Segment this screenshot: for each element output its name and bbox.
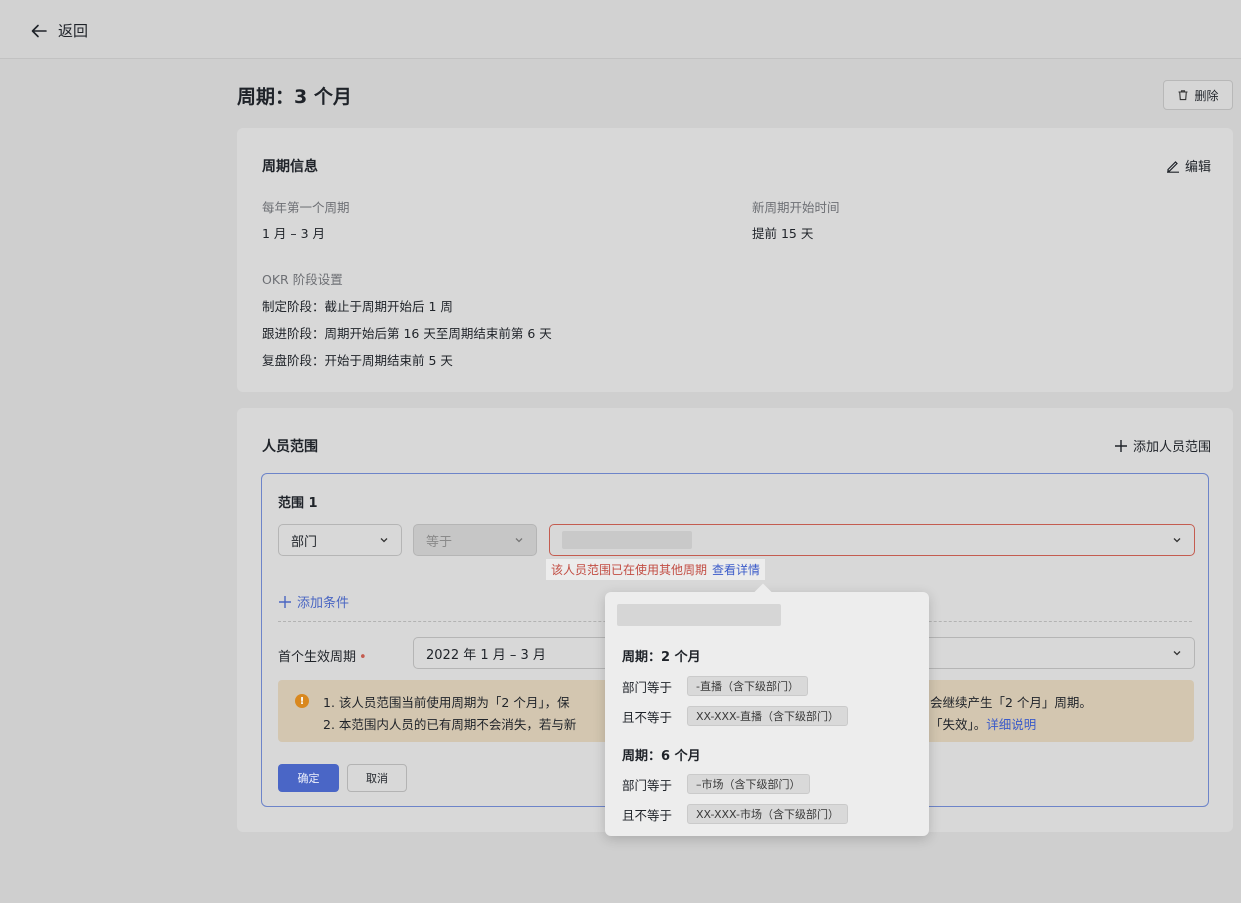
warning-line2-start: 2. 本范围内人员的已有周期不会消失，若与新	[323, 717, 577, 732]
scope-conflict-error: 该人员范围已在使用其他周期 查看详情	[546, 559, 766, 580]
edit-label: 编辑	[1184, 160, 1211, 175]
blurred-popover-header	[617, 604, 781, 626]
view-details-link[interactable]: 查看详情	[712, 563, 760, 577]
plus-icon	[1114, 439, 1127, 452]
required-mark: •	[359, 650, 367, 665]
back-label: 返回	[58, 22, 89, 40]
pencil-icon	[1166, 160, 1179, 173]
condition-label: 部门等于	[622, 679, 673, 695]
first-cycle-label: 每年第一个周期	[262, 200, 350, 215]
plus-icon	[279, 595, 291, 608]
top-bar: 返回	[0, 0, 1241, 59]
popover-condition-row: 部门等于 –市场（含下级部门）	[622, 774, 810, 794]
popover-condition-row: 部门等于 -直播（含下级部门）	[622, 676, 808, 696]
department-tag: XX-XXX-直播（含下级部门）	[687, 706, 848, 726]
department-tag: -直播（含下级部门）	[687, 676, 808, 696]
arrow-left-icon	[31, 24, 47, 37]
add-scope-label: 添加人员范围	[1132, 440, 1211, 455]
conflict-details-popover: 周期：2 个月 部门等于 -直播（含下级部门） 且不等于 XX-XXX-直播（含…	[605, 583, 929, 836]
trash-icon	[1178, 90, 1188, 101]
chevron-down-icon	[1173, 651, 1181, 656]
stage-track: 跟进阶段：周期开始后第 16 天至周期结束前第 6 天	[262, 326, 552, 341]
okr-stage-label: OKR 阶段设置	[262, 272, 343, 287]
error-text: 该人员范围已在使用其他周期	[551, 563, 708, 577]
blurred-department-value	[562, 531, 692, 549]
page-title: 周期：3 个月	[237, 86, 352, 108]
stage-define: 制定阶段：截止于周期开始后 1 周	[262, 299, 453, 314]
exclamation-icon: !	[295, 694, 309, 708]
edit-button[interactable]: 编辑	[1166, 156, 1211, 175]
chevron-down-icon	[380, 538, 388, 543]
stage-review: 复盘阶段：开始于周期结束前 5 天	[262, 353, 453, 368]
department-tag: XX-XXX-市场（含下级部门）	[687, 804, 848, 824]
first-cycle-field-text: 首个生效周期	[278, 650, 357, 665]
detailed-explanation-link[interactable]: 详细说明	[986, 717, 1036, 732]
back-button[interactable]: 返回	[30, 20, 88, 41]
warning-line1-end: 会继续产生「2 个月」周期。	[930, 695, 1092, 710]
new-cycle-label: 新周期开始时间	[752, 200, 840, 215]
cycle-info-card: 周期信息 编辑 每年第一个周期 1 月 – 3 月 新周期开始时间 提前 15 …	[237, 128, 1233, 392]
add-condition-button[interactable]: 添加条件	[278, 592, 349, 611]
field-select-value: 部门	[291, 534, 318, 550]
operator-select[interactable]: 等于	[413, 524, 537, 556]
delete-button[interactable]: 删除	[1163, 80, 1233, 110]
popover-cycle-title: 周期：2 个月	[622, 650, 701, 665]
first-cycle-value: 1 月 – 3 月	[262, 226, 326, 241]
operator-select-value: 等于	[426, 534, 453, 550]
cancel-button[interactable]: 取消	[347, 764, 407, 792]
popover-cycle-title: 周期：6 个月	[622, 749, 701, 764]
department-tag: –市场（含下级部门）	[687, 774, 810, 794]
warning-line1-start: 1. 该人员范围当前使用周期为「2 个月」，保	[323, 695, 570, 710]
new-cycle-value: 提前 15 天	[752, 226, 814, 241]
first-cycle-select-value: 2022 年 1 月 – 3 月	[426, 647, 546, 663]
delete-label: 删除	[1194, 88, 1219, 103]
first-cycle-field-label: 首个生效周期 •	[278, 646, 367, 665]
add-scope-button[interactable]: 添加人员范围	[1114, 436, 1211, 455]
field-select[interactable]: 部门	[278, 524, 402, 556]
warning-line2-end-text: 「失效」。	[930, 717, 987, 732]
condition-label: 且不等于	[622, 807, 673, 823]
popover-condition-row: 且不等于 XX-XXX-市场（含下级部门）	[622, 804, 848, 824]
confirm-button[interactable]: 确定	[278, 764, 339, 792]
scope-title: 人员范围	[262, 439, 318, 455]
chevron-down-icon	[1173, 538, 1181, 543]
add-condition-label: 添加条件	[297, 596, 350, 611]
popover-condition-row: 且不等于 XX-XXX-直播（含下级部门）	[622, 706, 848, 726]
warning-line2-end: 「失效」。详细说明	[930, 714, 1036, 733]
range-title: 范围 1	[278, 496, 318, 511]
condition-label: 部门等于	[622, 777, 673, 793]
department-value-select[interactable]	[549, 524, 1195, 556]
condition-label: 且不等于	[622, 709, 673, 725]
cycle-info-title: 周期信息	[262, 159, 318, 175]
chevron-down-icon	[515, 538, 523, 543]
